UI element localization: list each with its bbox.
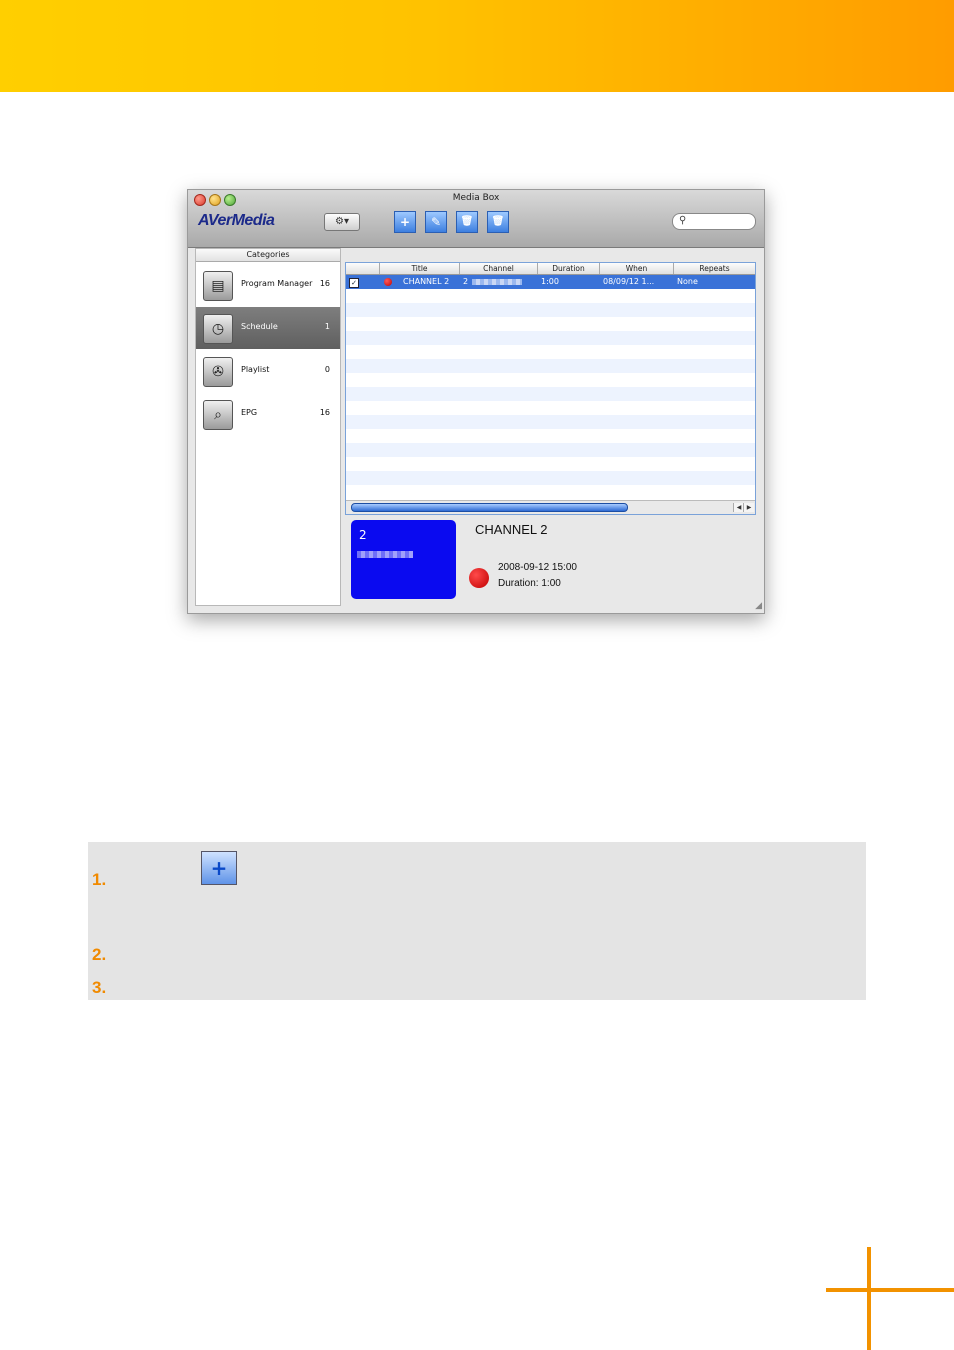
- search-icon: ⚲: [679, 215, 687, 226]
- record-indicator-icon: [469, 568, 489, 588]
- film-icon: ▤: [203, 271, 233, 301]
- table-row[interactable]: ✓ CHANNEL 2 2 1:00 08/09/12 1... None: [346, 275, 755, 289]
- gear-icon: ⚙▾: [335, 216, 349, 227]
- window-titlebar: Media Box AVerMedia ⚙▾ + ✎ 🗑 🗑 ⚲: [188, 190, 764, 248]
- media-box-window: Media Box AVerMedia ⚙▾ + ✎ 🗑 🗑 ⚲ Categor…: [187, 189, 765, 614]
- detail-duration: Duration: 1:00: [498, 578, 561, 589]
- column-header-when[interactable]: When: [600, 263, 674, 274]
- preview-name-blurred: [357, 551, 413, 558]
- empty-row: [346, 359, 755, 373]
- empty-row: [346, 303, 755, 317]
- scroll-right-arrow-icon[interactable]: ▶: [743, 503, 754, 512]
- cell-repeats: None: [677, 277, 698, 286]
- corner-mark-horizontal: [826, 1288, 954, 1292]
- step-number: 1.: [92, 870, 107, 889]
- row-checkbox[interactable]: ✓: [349, 278, 359, 288]
- schedule-table: Title Channel Duration When Repeats ✓ CH…: [345, 262, 756, 515]
- film-reel-icon: ✇: [203, 357, 233, 387]
- preview-channel-number: 2: [359, 528, 367, 542]
- trash-icon: 🗑: [460, 216, 474, 227]
- categories-header: Categories: [196, 249, 340, 262]
- search-input[interactable]: ⚲: [672, 213, 756, 230]
- detail-channel-name: CHANNEL 2: [475, 522, 548, 537]
- add-schedule-button[interactable]: +: [394, 211, 416, 233]
- step-number: 2.: [92, 945, 107, 964]
- trash-all-icon: 🗑: [491, 216, 505, 227]
- empty-row: [346, 471, 755, 485]
- avermedia-logo: AVerMedia: [198, 212, 275, 229]
- resize-grip-icon[interactable]: ◢: [755, 601, 762, 611]
- empty-row: [346, 443, 755, 457]
- delete-all-schedule-button[interactable]: 🗑: [487, 211, 509, 233]
- empty-row: [346, 387, 755, 401]
- cell-title: CHANNEL 2: [403, 277, 450, 286]
- corner-mark-vertical: [867, 1247, 871, 1350]
- edit-schedule-button[interactable]: ✎: [425, 211, 447, 233]
- empty-row: [346, 331, 755, 345]
- clock-icon: ◷: [203, 314, 233, 344]
- cell-when: 08/09/12 1...: [603, 277, 655, 286]
- gear-menu-button[interactable]: ⚙▾: [324, 213, 360, 231]
- categories-sidebar: Categories ▤ Program Manager 16 ◷ Schedu…: [195, 248, 341, 606]
- table-header: Title Channel Duration When Repeats: [346, 263, 755, 275]
- column-header-duration[interactable]: Duration: [538, 263, 600, 274]
- pencil-icon: ✎: [430, 215, 442, 229]
- step-number: 3.: [92, 978, 107, 997]
- sidebar-item-schedule[interactable]: ◷ Schedule 1: [196, 307, 340, 349]
- sidebar-item-count: 16: [319, 408, 330, 417]
- sidebar-item-label: Playlist: [241, 365, 270, 374]
- channel-preview: 2: [351, 520, 456, 599]
- sidebar-item-label: Program Manager: [241, 279, 313, 288]
- sidebar-item-playlist[interactable]: ✇ Playlist 0: [196, 350, 340, 392]
- sidebar-item-program-manager[interactable]: ▤ Program Manager 16: [196, 264, 340, 306]
- delete-schedule-button[interactable]: 🗑: [456, 211, 478, 233]
- add-button-illustration: +: [201, 851, 237, 885]
- sidebar-item-label: Schedule: [241, 322, 278, 331]
- detail-datetime: 2008-09-12 15:00: [498, 562, 577, 573]
- horizontal-scrollbar[interactable]: ◀ ▶: [346, 500, 755, 514]
- column-header-channel[interactable]: Channel: [460, 263, 538, 274]
- cell-duration: 1:00: [541, 277, 559, 286]
- column-header-repeats[interactable]: Repeats: [674, 263, 755, 274]
- scrollbar-thumb[interactable]: [351, 503, 628, 512]
- cell-channel: 2: [463, 277, 469, 286]
- column-header-check[interactable]: [346, 263, 380, 274]
- channel-name-blurred: [472, 279, 522, 285]
- column-header-title[interactable]: Title: [380, 263, 460, 274]
- header-band: [0, 0, 954, 92]
- sidebar-item-count: 1: [324, 322, 330, 331]
- plus-icon: +: [210, 856, 228, 880]
- record-status-icon: [384, 278, 392, 286]
- sidebar-item-label: EPG: [241, 408, 258, 417]
- plus-icon: +: [399, 215, 411, 229]
- window-title: Media Box: [452, 193, 500, 203]
- sidebar-item-count: 0: [324, 365, 330, 374]
- empty-row: [346, 415, 755, 429]
- sidebar-item-count: 16: [319, 279, 330, 288]
- instruction-steps: 1. + 2. 3.: [88, 842, 866, 1000]
- sidebar-item-epg[interactable]: ⌕ EPG 16: [196, 393, 340, 435]
- magnifier-icon: ⌕: [203, 400, 233, 430]
